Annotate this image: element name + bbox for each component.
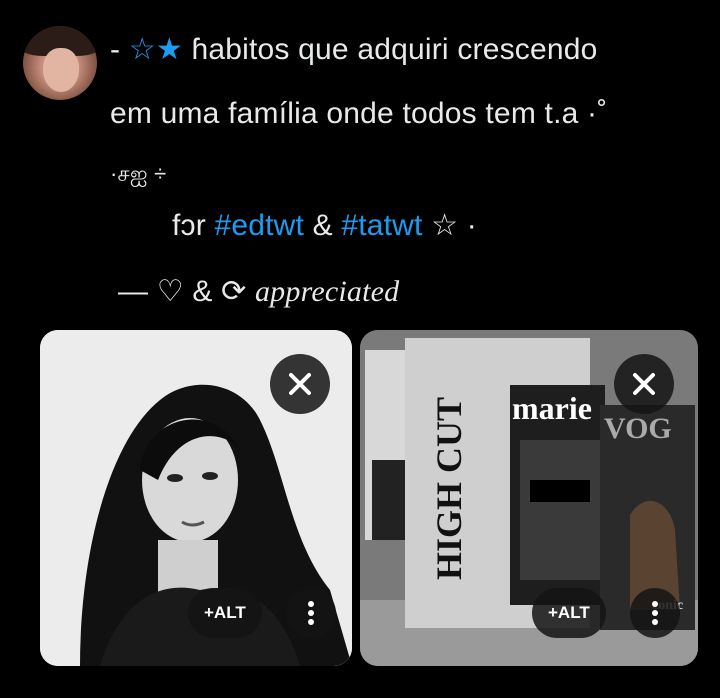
tweet-line-2: em uma família onde todos tem t.a ·˚ bbox=[110, 96, 607, 132]
add-alt-text-button[interactable]: +ALT bbox=[188, 588, 262, 638]
image-attachment-2[interactable]: marie VOG HIGH CUT conic +ALT bbox=[360, 330, 698, 666]
avatar[interactable] bbox=[23, 26, 97, 100]
line5-appreciated: appreciated bbox=[254, 275, 400, 308]
line2-deco: ·˚ bbox=[578, 97, 608, 130]
magazine-highcut: HIGH CUT bbox=[429, 396, 469, 580]
alt-label: +ALT bbox=[204, 603, 246, 622]
hashtag-edtwt[interactable]: #edtwt bbox=[214, 209, 304, 242]
tweet-line-4: fɔr #edtwt & #tatwt ☆ · bbox=[172, 208, 477, 244]
close-icon bbox=[289, 373, 311, 395]
line1-text: ɦabitos que adquiri crescendo bbox=[191, 33, 598, 66]
close-icon bbox=[633, 373, 655, 395]
hashtag-tatwt[interactable]: #tatwt bbox=[341, 209, 422, 242]
more-options-button[interactable] bbox=[630, 588, 680, 638]
line4-for: fɔr bbox=[172, 209, 215, 242]
magazine-marie: marie bbox=[512, 390, 592, 426]
line1-deco: ☆★ bbox=[128, 33, 192, 66]
line4-deco: ☆ · bbox=[422, 209, 477, 242]
line1-prefix: - bbox=[110, 33, 129, 66]
avatar-face bbox=[43, 48, 79, 92]
line5-prefix: — ♡ & ⟳ bbox=[118, 275, 255, 308]
magazine-vogue: VOG bbox=[604, 412, 672, 445]
remove-image-button[interactable] bbox=[270, 354, 330, 414]
line2-text: em uma família onde todos tem t.a bbox=[110, 97, 579, 130]
tweet-line-1: - ☆★ ɦabitos que adquiri crescendo bbox=[110, 32, 598, 68]
line3-text: ·சஐ ÷ bbox=[110, 161, 167, 186]
alt-label: +ALT bbox=[548, 603, 590, 622]
tweet-line-5: — ♡ & ⟳ appreciated bbox=[118, 274, 399, 310]
image-attachment-1[interactable]: +ALT bbox=[40, 330, 352, 666]
more-vertical-icon bbox=[652, 601, 658, 625]
line4-amp: & bbox=[304, 209, 342, 242]
remove-image-button[interactable] bbox=[614, 354, 674, 414]
more-vertical-icon bbox=[308, 601, 314, 625]
more-options-button[interactable] bbox=[286, 588, 336, 638]
add-alt-text-button[interactable]: +ALT bbox=[532, 588, 606, 638]
tweet-line-3: ·சஐ ÷ bbox=[110, 156, 166, 192]
